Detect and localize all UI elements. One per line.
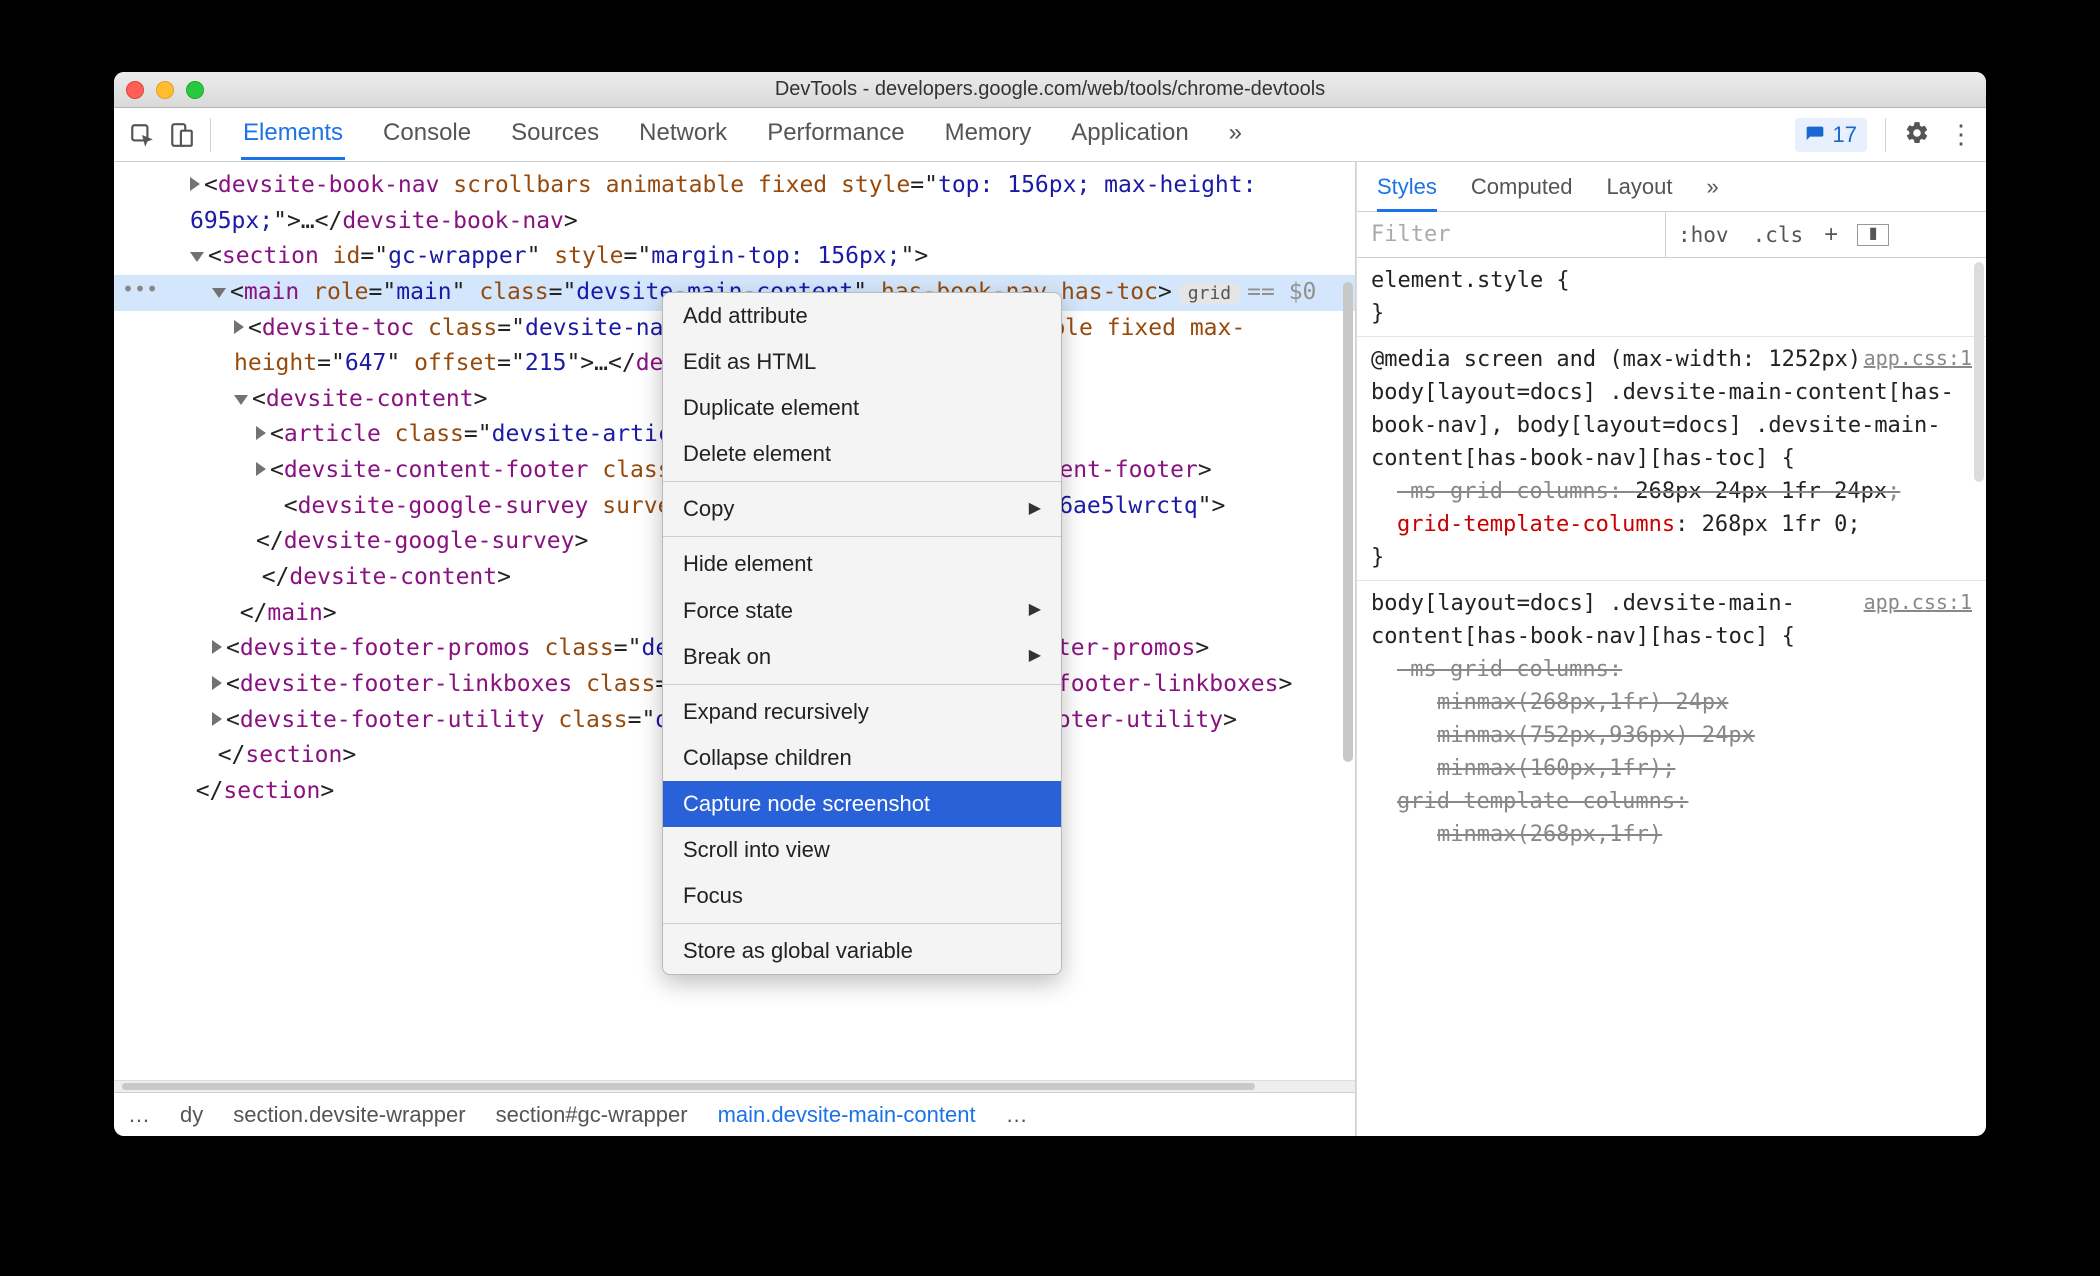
- tab-elements[interactable]: Elements: [241, 109, 345, 160]
- gutter-overflow-icon[interactable]: •••: [122, 274, 158, 305]
- ctx-edit-html[interactable]: Edit as HTML: [663, 339, 1061, 385]
- grid-badge[interactable]: grid: [1178, 283, 1241, 304]
- crumb-active[interactable]: main.devsite-main-content: [718, 1102, 976, 1128]
- tab-performance[interactable]: Performance: [765, 109, 906, 160]
- separator: [663, 684, 1061, 685]
- dom-h-scrollbar[interactable]: [114, 1080, 1355, 1092]
- tabs-overflow-icon[interactable]: »: [1227, 109, 1244, 160]
- ctx-collapse[interactable]: Collapse children: [663, 735, 1061, 781]
- sidebar-tabs: Styles Computed Layout »: [1357, 162, 1986, 212]
- tab-network[interactable]: Network: [637, 109, 729, 160]
- ctx-capture-screenshot[interactable]: Capture node screenshot: [663, 781, 1061, 827]
- style-rule[interactable]: app.css:1 body[layout=docs] .devsite-mai…: [1357, 581, 1986, 857]
- issues-count: 17: [1833, 122, 1857, 148]
- source-link[interactable]: app.css:1: [1864, 587, 1972, 617]
- dom-tree[interactable]: ••• <devsite-book-nav scrollbars animata…: [114, 162, 1355, 1080]
- styles-filter-input[interactable]: [1357, 212, 1666, 257]
- more-menu-icon[interactable]: ⋮: [1948, 119, 1976, 150]
- separator: [663, 923, 1061, 924]
- crumb[interactable]: section.devsite-wrapper: [233, 1102, 465, 1128]
- tab-sources[interactable]: Sources: [509, 109, 601, 160]
- source-link[interactable]: app.css:1: [1864, 343, 1972, 373]
- dom-scrollbar[interactable]: [1343, 282, 1353, 762]
- tab-styles[interactable]: Styles: [1377, 174, 1437, 212]
- ctx-delete[interactable]: Delete element: [663, 431, 1061, 477]
- breadcrumb: … dy section.devsite-wrapper section#gc-…: [114, 1092, 1355, 1136]
- titlebar: DevTools - developers.google.com/web/too…: [114, 72, 1986, 108]
- tab-memory[interactable]: Memory: [943, 109, 1034, 160]
- computed-sidebar-toggle-icon[interactable]: ▮: [1857, 224, 1889, 246]
- main-tabbar: Elements Console Sources Network Perform…: [114, 108, 1986, 162]
- css-declaration[interactable]: grid-template-columns: 268px 1fr 0;: [1371, 508, 1972, 541]
- ctx-add-attribute[interactable]: Add attribute: [663, 293, 1061, 339]
- divider: [210, 118, 211, 152]
- sidebar-tabs-overflow-icon[interactable]: »: [1707, 174, 1719, 200]
- ctx-break-on[interactable]: Break on▶: [663, 634, 1061, 680]
- tab-layout[interactable]: Layout: [1606, 174, 1672, 200]
- device-toolbar-icon[interactable]: [164, 117, 200, 153]
- new-style-rule-icon[interactable]: +: [1815, 221, 1847, 249]
- ctx-store-global[interactable]: Store as global variable: [663, 928, 1061, 974]
- tab-computed[interactable]: Computed: [1471, 174, 1573, 200]
- crumb[interactable]: section#gc-wrapper: [496, 1102, 688, 1128]
- crumb-overflow-right[interactable]: …: [1006, 1102, 1028, 1128]
- cls-toggle[interactable]: .cls: [1741, 223, 1816, 247]
- styles-scrollbar[interactable]: [1974, 262, 1984, 482]
- dom-node[interactable]: <section id="gc-wrapper" style="margin-t…: [114, 239, 1355, 275]
- settings-gear-icon[interactable]: [1904, 120, 1930, 149]
- styles-panel: Styles Computed Layout » :hov .cls + ▮ e…: [1356, 162, 1986, 1136]
- style-rule[interactable]: element.style { }: [1357, 258, 1986, 337]
- issues-badge[interactable]: 17: [1795, 118, 1867, 152]
- ctx-focus[interactable]: Focus: [663, 873, 1061, 919]
- inspect-element-icon[interactable]: [124, 117, 160, 153]
- separator: [663, 481, 1061, 482]
- tab-console[interactable]: Console: [381, 109, 473, 160]
- ctx-copy[interactable]: Copy▶: [663, 486, 1061, 532]
- submenu-arrow-icon: ▶: [1029, 644, 1041, 669]
- tab-application[interactable]: Application: [1069, 109, 1190, 160]
- crumb-overflow-left[interactable]: …: [128, 1102, 150, 1128]
- ctx-expand[interactable]: Expand recursively: [663, 689, 1061, 735]
- styles-filterbar: :hov .cls + ▮: [1357, 212, 1986, 258]
- css-declaration[interactable]: grid-template-columns:: [1371, 785, 1972, 818]
- context-menu: Add attribute Edit as HTML Duplicate ele…: [662, 292, 1062, 975]
- devtools-window: DevTools - developers.google.com/web/too…: [114, 72, 1986, 1136]
- ctx-scroll-into-view[interactable]: Scroll into view: [663, 827, 1061, 873]
- submenu-arrow-icon: ▶: [1029, 598, 1041, 623]
- ctx-hide[interactable]: Hide element: [663, 541, 1061, 587]
- separator: [663, 536, 1061, 537]
- css-declaration[interactable]: -ms-grid-columns: 268px 24px 1fr 24px;: [1371, 475, 1972, 508]
- ctx-duplicate[interactable]: Duplicate element: [663, 385, 1061, 431]
- panel-tabs: Elements Console Sources Network Perform…: [241, 109, 1244, 160]
- dom-node[interactable]: <devsite-book-nav scrollbars animatable …: [114, 168, 1355, 239]
- style-rule[interactable]: app.css:1 @media screen and (max-width: …: [1357, 337, 1986, 581]
- divider: [1885, 118, 1886, 152]
- submenu-arrow-icon: ▶: [1029, 497, 1041, 522]
- ctx-force-state[interactable]: Force state▶: [663, 588, 1061, 634]
- window-title: DevTools - developers.google.com/web/too…: [114, 78, 1986, 101]
- crumb[interactable]: dy: [180, 1102, 203, 1128]
- hov-toggle[interactable]: :hov: [1666, 223, 1741, 247]
- css-declaration[interactable]: -ms-grid-columns:: [1371, 653, 1972, 686]
